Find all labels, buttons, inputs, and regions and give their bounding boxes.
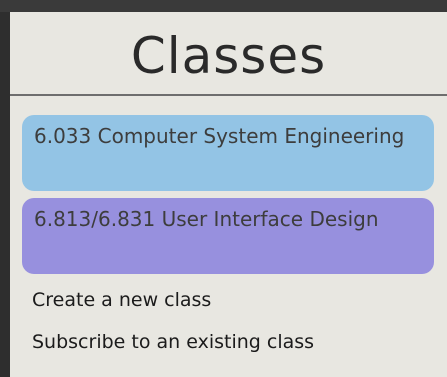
panel-header: Classes <box>10 12 447 96</box>
class-item-6-033[interactable]: 6.033 Computer System Engineering <box>22 115 434 191</box>
class-item-6-813[interactable]: 6.813/6.831 User Interface Design <box>22 198 434 274</box>
panel-title: Classes <box>130 27 327 85</box>
window-frame: Classes 6.033 Computer System Engineerin… <box>0 0 447 377</box>
create-class-link[interactable]: Create a new class <box>32 287 211 313</box>
classes-panel: Classes 6.033 Computer System Engineerin… <box>10 12 447 377</box>
top-border-strip <box>0 0 447 12</box>
subscribe-class-link[interactable]: Subscribe to an existing class <box>32 329 314 355</box>
